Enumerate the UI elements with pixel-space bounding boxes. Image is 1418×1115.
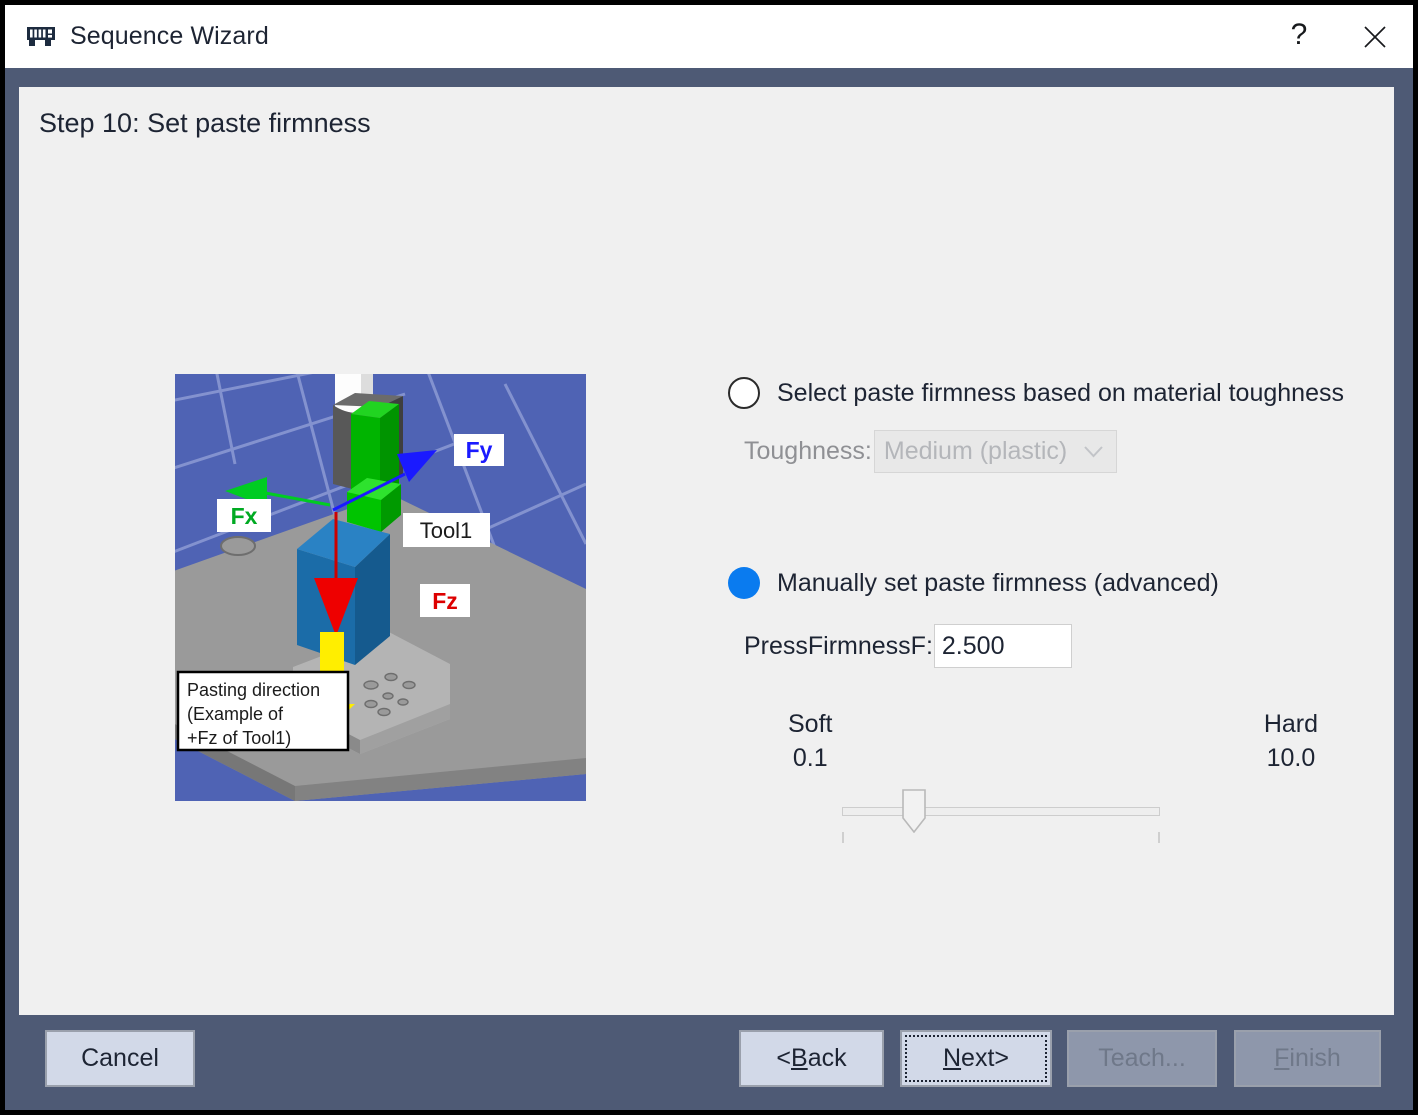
wizard-content-panel: Step 10: Set paste firmness: [19, 87, 1394, 1015]
back-button[interactable]: < Back: [739, 1030, 884, 1087]
firmness-slider[interactable]: [788, 785, 1318, 841]
slider-track[interactable]: [842, 807, 1160, 816]
radio-option-auto[interactable]: Select paste firmness based on material …: [728, 377, 1378, 409]
firmness-row: PressFirmnessF:: [744, 624, 1378, 668]
svg-text:Pasting direction: Pasting direction: [187, 680, 320, 700]
help-icon: ?: [1291, 20, 1308, 50]
wizard-footer: Cancel < Back Next > Teach... Finish: [5, 1014, 1413, 1110]
memory-chip-icon: [26, 24, 56, 50]
page-title: Step 10: Set paste firmness: [39, 108, 371, 139]
slider-hard-value: 10.0: [1264, 741, 1318, 775]
slider-hard-word: Hard: [1264, 707, 1318, 741]
radio-auto-label: Select paste firmness based on material …: [777, 379, 1344, 408]
label-fx: Fx: [217, 499, 271, 532]
sequence-wizard-window: Sequence Wizard ? Step 10: Set paste fir…: [0, 0, 1418, 1115]
label-tool1: Tool1: [403, 513, 490, 547]
cancel-button-label: Cancel: [81, 1044, 159, 1073]
svg-text:Fx: Fx: [231, 503, 258, 529]
options-panel: Select paste firmness based on material …: [728, 377, 1378, 668]
paste-direction-illustration: Fy Fx Tool1 Fz: [175, 374, 586, 801]
slider-soft-word: Soft: [788, 707, 832, 741]
label-fz: Fz: [420, 584, 470, 617]
slider-end-labels: Soft 0.1 Hard 10.0: [788, 707, 1318, 775]
cancel-button[interactable]: Cancel: [45, 1030, 195, 1087]
firmness-slider-block: Soft 0.1 Hard 10.0: [788, 707, 1318, 841]
toughness-dropdown[interactable]: Medium (plastic): [874, 430, 1117, 473]
slider-thumb[interactable]: [902, 789, 926, 833]
finish-button: Finish: [1234, 1030, 1381, 1087]
radio-option-manual[interactable]: Manually set paste firmness (advanced): [728, 567, 1378, 599]
help-button[interactable]: ?: [1261, 3, 1337, 70]
back-button-prefix: <: [776, 1044, 791, 1073]
focus-ring: [905, 1035, 1047, 1082]
svg-text:Fz: Fz: [432, 588, 458, 614]
radio-manual-indicator[interactable]: [728, 567, 760, 599]
teach-button-label: Teach...: [1098, 1044, 1186, 1073]
callout-pasting-direction: Pasting direction (Example of +Fz of Too…: [178, 672, 348, 750]
window-title: Sequence Wizard: [70, 22, 269, 51]
firmness-input[interactable]: [934, 624, 1072, 668]
svg-text:Fy: Fy: [466, 437, 493, 463]
back-button-rest: ack: [808, 1044, 847, 1073]
slider-tick-max: [1158, 832, 1160, 843]
slider-hard-end: Hard 10.0: [1264, 707, 1318, 775]
svg-text:(Example of: (Example of: [187, 704, 284, 724]
teach-button: Teach...: [1067, 1030, 1217, 1087]
slider-soft-end: Soft 0.1: [788, 707, 832, 775]
chevron-down-icon: [1084, 446, 1103, 458]
svg-text:+Fz of Tool1): +Fz of Tool1): [187, 728, 291, 748]
close-button[interactable]: [1337, 5, 1413, 68]
toughness-label: Toughness:: [744, 437, 872, 466]
toughness-value: Medium (plastic): [884, 437, 1084, 466]
toughness-row: Toughness: Medium (plastic): [744, 430, 1378, 473]
finish-button-rest: inish: [1289, 1044, 1340, 1073]
radio-manual-label: Manually set paste firmness (advanced): [777, 569, 1219, 598]
label-fy: Fy: [454, 434, 504, 466]
finish-button-accel: F: [1274, 1044, 1289, 1073]
close-icon: [1362, 24, 1388, 50]
next-button[interactable]: Next >: [900, 1030, 1052, 1087]
firmness-label: PressFirmnessF:: [744, 632, 933, 661]
slider-soft-value: 0.1: [788, 741, 832, 775]
radio-auto-indicator[interactable]: [728, 377, 760, 409]
svg-text:Tool1: Tool1: [420, 518, 473, 543]
back-button-accel: B: [791, 1044, 808, 1073]
title-bar: Sequence Wizard ?: [5, 5, 1413, 68]
slider-tick-min: [842, 832, 844, 843]
